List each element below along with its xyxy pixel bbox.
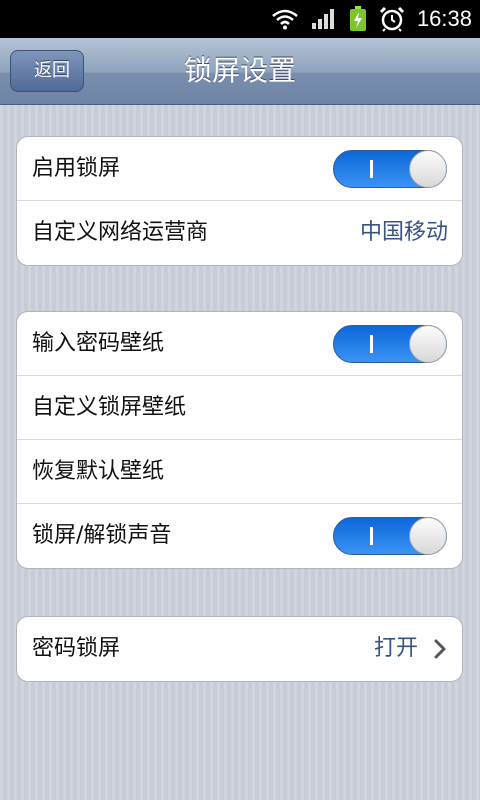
- row-password-wallpaper[interactable]: 输入密码壁纸: [17, 312, 462, 376]
- nav-bar: 锁屏设置 返回: [0, 38, 480, 105]
- carrier-value: 中国移动: [359, 220, 448, 245]
- settings-group-wallpaper: 输入密码壁纸 自定义锁屏壁纸 恢复默认壁纸 锁屏/解锁声音: [16, 311, 463, 569]
- settings-group-password: 密码锁屏 打开: [16, 616, 463, 682]
- password-wallpaper-toggle[interactable]: [333, 325, 447, 363]
- signal-icon: [311, 8, 337, 30]
- row-label: 输入密码壁纸: [32, 331, 165, 356]
- row-password-lock[interactable]: 密码锁屏 打开: [17, 617, 462, 681]
- toggle-knob[interactable]: [409, 150, 447, 188]
- alarm-icon: [379, 6, 405, 32]
- toggle-knob[interactable]: [409, 325, 447, 363]
- row-label: 自定义锁屏壁纸: [32, 395, 187, 420]
- toggle-on-indicator: [370, 151, 374, 187]
- row-custom-carrier[interactable]: 自定义网络运营商 中国移动: [17, 201, 462, 265]
- back-button-label: 返回: [34, 60, 70, 81]
- chevron-right-icon: [434, 639, 446, 663]
- enable-lock-toggle[interactable]: [333, 150, 447, 188]
- settings-group-lock: 启用锁屏 自定义网络运营商 中国移动: [16, 136, 463, 266]
- row-restore-default-wallpaper[interactable]: 恢复默认壁纸: [17, 440, 462, 504]
- back-button[interactable]: 返回: [0, 49, 84, 94]
- row-lock-unlock-sound[interactable]: 锁屏/解锁声音: [17, 504, 462, 568]
- row-custom-lock-wallpaper[interactable]: 自定义锁屏壁纸: [17, 376, 462, 440]
- row-label: 自定义网络运营商: [32, 220, 209, 245]
- row-enable-lock[interactable]: 启用锁屏: [17, 137, 462, 201]
- row-label: 恢复默认壁纸: [32, 459, 165, 484]
- toggle-on-indicator: [370, 518, 374, 554]
- battery-charging-icon: [349, 6, 367, 32]
- row-label: 启用锁屏: [32, 156, 121, 181]
- password-lock-value: 打开: [373, 636, 418, 661]
- status-icons: 16:38: [271, 0, 472, 38]
- toggle-on-indicator: [370, 326, 374, 362]
- status-bar: 16:38: [0, 0, 480, 38]
- lock-sound-toggle[interactable]: [333, 517, 447, 555]
- status-time: 16:38: [416, 6, 472, 31]
- wifi-icon: [271, 8, 299, 30]
- toggle-knob[interactable]: [409, 517, 447, 555]
- row-label: 锁屏/解锁声音: [32, 523, 172, 548]
- row-label: 密码锁屏: [32, 636, 121, 661]
